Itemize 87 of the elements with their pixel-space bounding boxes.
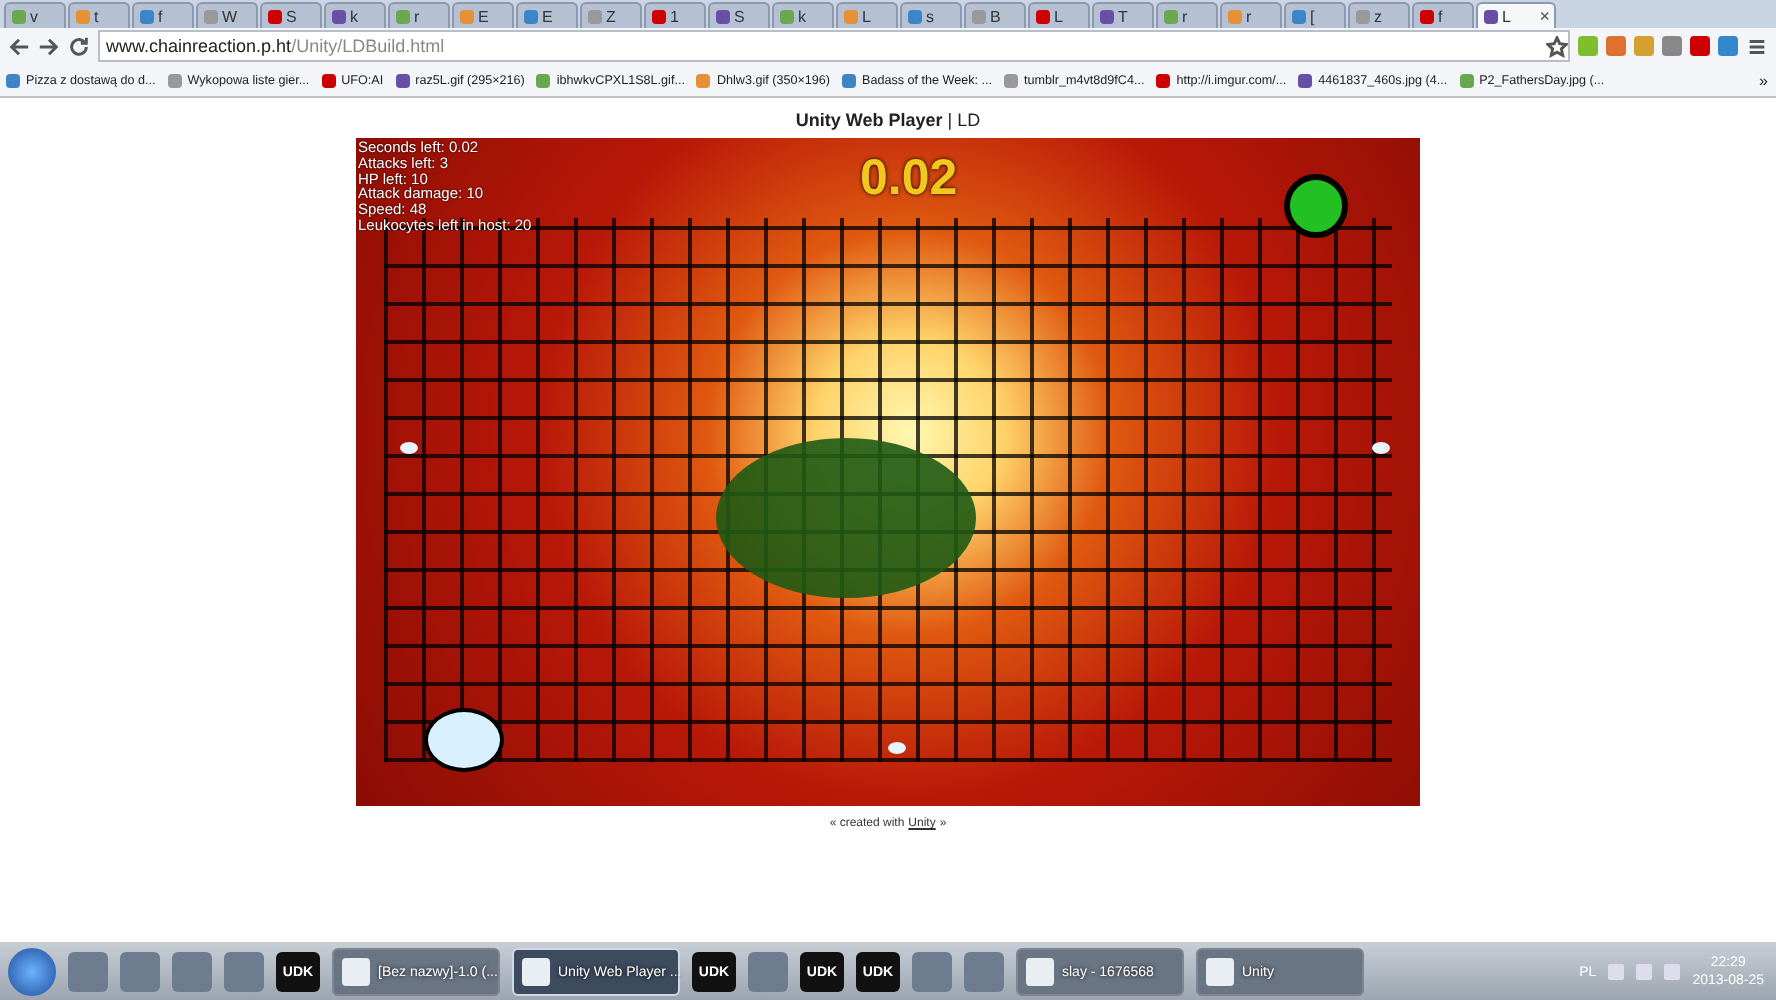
favicon-icon	[1100, 9, 1114, 23]
browser-tab[interactable]: k	[324, 2, 386, 28]
favicon-icon	[716, 9, 730, 23]
browser-tab[interactable]: k	[772, 2, 834, 28]
favicon-icon	[1292, 9, 1306, 23]
bookmark-icon	[1156, 73, 1171, 87]
favicon-icon	[1164, 9, 1178, 23]
favicon-icon	[396, 9, 410, 23]
star-icon[interactable]	[1546, 35, 1568, 57]
favicon-icon	[780, 9, 794, 23]
url-text: www.chainreaction.p.ht/Unity/LDBuild.html	[106, 36, 445, 56]
favicon-icon	[140, 9, 154, 23]
bookmark-icon	[696, 73, 711, 87]
favicon-icon	[908, 9, 922, 23]
favicon-icon	[524, 9, 538, 23]
favicon-icon	[1036, 9, 1050, 23]
browser-tab[interactable]: z	[1348, 2, 1410, 28]
browser-tab[interactable]: f	[1412, 2, 1474, 28]
favicon-icon	[588, 9, 602, 23]
bookmark-icon	[1298, 73, 1313, 87]
favicon-icon	[1484, 9, 1498, 23]
favicon-icon	[460, 9, 474, 23]
favicon-icon	[76, 9, 90, 23]
browser-tab[interactable]: L ×	[1476, 2, 1556, 28]
browser-tab[interactable]: Z	[580, 2, 642, 28]
taskbar-app-icon[interactable]	[912, 952, 952, 992]
window-icon	[1206, 958, 1234, 986]
browser-tab[interactable]: 1	[644, 2, 706, 28]
browser-tab[interactable]: E	[516, 2, 578, 28]
forward-icon[interactable]	[38, 35, 60, 57]
taskbar-app-icon[interactable]	[172, 952, 212, 992]
bookmark-icon	[1459, 73, 1474, 87]
menu-icon[interactable]	[1746, 35, 1768, 57]
countdown-timer: 0.02	[860, 150, 958, 208]
bookmark-icon	[395, 73, 410, 87]
window-icon	[522, 958, 550, 986]
favicon-icon	[1356, 9, 1370, 23]
egg-drawing	[424, 708, 504, 772]
address-bar[interactable]: www.chainreaction.p.ht/Unity/LDBuild.html	[98, 30, 1570, 62]
reload-icon[interactable]	[68, 35, 90, 57]
favicon-icon	[972, 9, 986, 23]
back-icon[interactable]	[8, 35, 30, 57]
favicon-icon	[12, 9, 26, 23]
favicon-icon	[204, 9, 218, 23]
browser-tab[interactable]: T	[1092, 2, 1154, 28]
browser-tab[interactable]: B	[964, 2, 1026, 28]
browser-tab[interactable]: L	[836, 2, 898, 28]
taskbar-app-icon[interactable]	[748, 952, 788, 992]
browser-tab[interactable]: W	[196, 2, 258, 28]
browser-tab[interactable]: r	[1156, 2, 1218, 28]
window-icon	[342, 958, 370, 986]
browser-tab[interactable]: S	[708, 2, 770, 28]
favicon-icon	[844, 9, 858, 23]
favicon-icon	[332, 9, 346, 23]
browser-tab[interactable]: s	[900, 2, 962, 28]
more-bookmarks-button[interactable]: »	[1759, 71, 1768, 89]
taskbar-app-icon[interactable]	[68, 952, 108, 992]
browser-tab[interactable]: v	[4, 2, 66, 28]
bookmark-icon	[536, 73, 551, 87]
taskbar-app-icon[interactable]	[120, 952, 160, 992]
browser-tab[interactable]: L	[1028, 2, 1090, 28]
bookmark-icon	[6, 73, 20, 87]
bookmark-icon	[167, 73, 182, 87]
browser-tab[interactable]: t	[68, 2, 130, 28]
favicon-icon	[1228, 9, 1242, 23]
browser-tab[interactable]: r	[1220, 2, 1282, 28]
browser-tab[interactable]: [	[1284, 2, 1346, 28]
browser-tab[interactable]: f	[132, 2, 194, 28]
taskbar-app-icon[interactable]	[224, 952, 264, 992]
bookmark-icon	[842, 73, 856, 87]
bookmark-icon	[321, 73, 336, 87]
browser-tab[interactable]: E	[452, 2, 514, 28]
close-icon[interactable]: ×	[1539, 6, 1550, 26]
browser-tab[interactable]: S	[260, 2, 322, 28]
egg-drawing	[888, 742, 906, 754]
bookmark-icon	[1004, 73, 1018, 87]
favicon-icon	[652, 9, 666, 23]
window-icon	[1026, 958, 1054, 986]
orb-drawing	[1284, 174, 1348, 238]
favicon-icon	[1420, 9, 1434, 23]
page-title: Unity Web Player | LD	[795, 110, 981, 134]
egg-drawing	[1372, 442, 1390, 454]
browser-tab[interactable]: r	[388, 2, 450, 28]
taskbar-app-icon[interactable]	[964, 952, 1004, 992]
favicon-icon	[268, 9, 282, 23]
egg-drawing	[400, 442, 418, 454]
start-button[interactable]	[8, 948, 56, 996]
